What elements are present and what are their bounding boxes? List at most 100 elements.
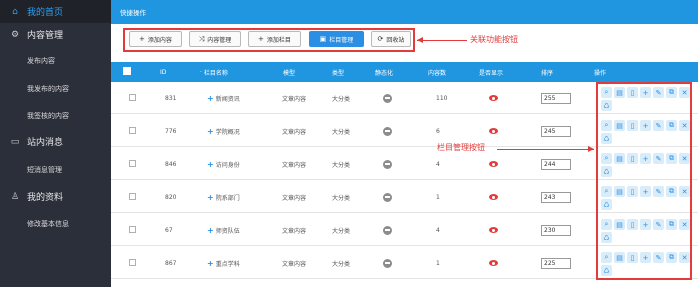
eye-icon[interactable] [489,227,498,233]
row-name-label: 院系部门 [215,194,240,202]
nav-home[interactable]: ⌂ 我的首页 [0,0,111,23]
ops-highlight [596,82,692,280]
row-name[interactable]: + 师资队伍 [207,214,240,246]
row-name[interactable]: + 院系部门 [207,181,240,213]
nav-site-messages-label: 站内消息 [27,138,64,148]
nav-edit-info-label: 修改基本信息 [27,219,69,228]
row-id: 846 [165,160,177,168]
eye-icon[interactable] [489,194,498,200]
row-id: 820 [165,193,177,201]
nav-content-management[interactable]: ⚙ 内容管理 [0,23,111,46]
expand-plus-icon[interactable]: + [207,193,214,202]
nav-my-published[interactable]: 我发布的内容 [0,77,111,100]
select-all-checkbox[interactable] [123,67,131,75]
row-model: 文章内容 [282,194,307,202]
eye-icon[interactable] [489,95,498,101]
row-checkbox[interactable] [129,94,136,101]
row-checkbox[interactable] [129,226,136,233]
nav-my-reviewed[interactable]: 我签核的内容 [0,104,111,127]
expand-plus-icon[interactable]: + [207,259,214,268]
col-header-name[interactable]: · 栏目名称 [200,62,228,82]
eye-icon[interactable] [489,161,498,167]
quick-actions-title: 快捷操作 [120,9,146,17]
sort-input[interactable]: 245 [541,126,571,137]
row-static [383,247,392,279]
annotation-arrow-head-2 [588,146,594,152]
column-manage-label: 栏目管理 [329,36,354,44]
row-id: 776 [165,127,177,135]
row-show [489,181,498,213]
sort-input[interactable]: 225 [541,258,571,269]
main-panel: 快捷操作 + 添加内容 ⤨ 内容管理 + 添加栏目 ▣ 栏目管理 ⟳ 回收站 关… [111,0,698,287]
nav-home-label: 我的首页 [27,8,64,18]
minus-circle-icon [383,225,392,235]
row-type: 大分类 [332,260,351,268]
row-name[interactable]: + 新闻资讯 [207,82,240,114]
expand-plus-icon[interactable]: + [207,160,214,169]
annotation-arrow-line [417,40,467,41]
sort-input[interactable]: 255 [541,93,571,104]
annotation-arrow-line-2 [497,149,594,150]
col-header-id[interactable]: ID [160,62,166,82]
nav-my-profile-label: 我的资料 [27,193,64,203]
nav-publish-content-label: 发布内容 [27,56,55,65]
sidebar: ⌂ 我的首页 ⚙ 内容管理 发布内容 我发布的内容 我签核的内容 ▭ 站内消息 … [0,0,111,287]
add-content-button[interactable]: + 添加内容 [129,31,182,47]
row-type: 大分类 [332,194,351,202]
content-manage-button[interactable]: ⤨ 内容管理 [189,31,241,47]
column-manage-button[interactable]: ▣ 栏目管理 [309,31,364,47]
minus-circle-icon [383,258,392,268]
sort-input[interactable]: 244 [541,159,571,170]
gear-icon: ⚙ [10,29,20,40]
col-header-sort[interactable]: 排序 [541,62,553,82]
row-checkbox[interactable] [129,127,136,134]
row-name[interactable]: + 重点学科 [207,247,240,279]
row-name-label: 重点学科 [215,260,240,268]
row-show [489,82,498,114]
row-static [383,214,392,246]
add-content-label: 添加内容 [147,36,172,44]
nav-my-published-label: 我发布的内容 [27,84,69,93]
minus-circle-icon [383,192,392,202]
annotation-related-buttons: 关联功能按钮 [470,35,518,44]
col-header-type[interactable]: 类型 [332,62,344,82]
recycle-bin-button[interactable]: ⟳ 回收站 [371,31,411,47]
row-show [489,115,498,147]
sort-input[interactable]: 243 [541,192,571,203]
row-model: 文章内容 [282,128,307,136]
nav-edit-info[interactable]: 修改基本信息 [0,212,111,235]
eye-icon[interactable] [489,128,498,134]
plus-icon: + [258,35,264,43]
row-name-label: 访问身份 [215,161,240,169]
row-id: 67 [165,226,173,234]
nav-content-management-label: 内容管理 [27,31,64,41]
row-name-label: 新闻资讯 [215,95,240,103]
row-name[interactable]: + 访问身份 [207,148,240,180]
expand-plus-icon[interactable]: + [207,94,214,103]
nav-site-messages[interactable]: ▭ 站内消息 [0,130,111,153]
col-header-show[interactable]: 是否显示 [479,62,503,82]
col-header-static[interactable]: 静态化 [375,62,393,82]
minus-circle-icon [383,159,392,169]
col-header-count[interactable]: 内容数 [428,62,446,82]
nav-publish-content[interactable]: 发布内容 [0,49,111,72]
row-show [489,148,498,180]
nav-my-profile[interactable]: ♙ 我的资料 [0,185,111,208]
plus-icon: + [139,35,145,43]
row-name[interactable]: + 学院概况 [207,115,240,147]
row-model: 文章内容 [282,95,307,103]
row-name-label: 师资队伍 [215,227,240,235]
row-checkbox[interactable] [129,193,136,200]
expand-plus-icon[interactable]: + [207,127,214,136]
sort-input[interactable]: 230 [541,225,571,236]
row-checkbox[interactable] [129,259,136,266]
add-column-button[interactable]: + 添加栏目 [248,31,301,47]
expand-plus-icon[interactable]: + [207,226,214,235]
nav-my-reviewed-label: 我签核的内容 [27,111,69,120]
eye-icon[interactable] [489,260,498,266]
row-checkbox[interactable] [129,160,136,167]
nav-sms-management[interactable]: 短消息管理 [0,158,111,181]
quick-actions-header: 快捷操作 [111,0,698,24]
col-header-model[interactable]: 模型 [283,62,295,82]
row-model: 文章内容 [282,227,307,235]
